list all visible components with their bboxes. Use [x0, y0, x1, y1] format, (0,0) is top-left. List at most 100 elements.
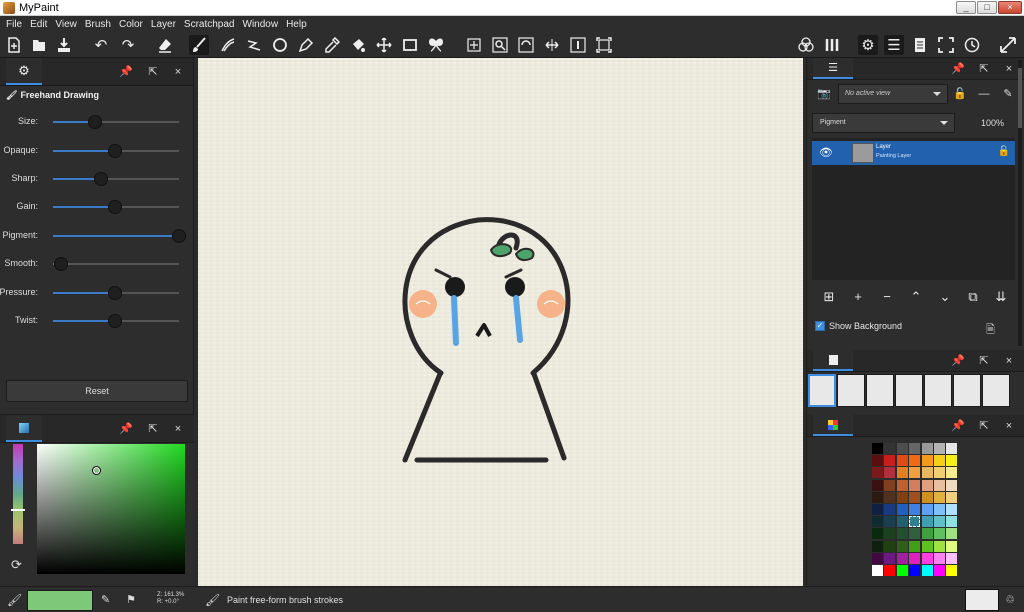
palette-swatch[interactable] [872, 443, 883, 454]
brush-thumb-hello[interactable] [808, 374, 836, 407]
palette-swatch[interactable] [921, 516, 933, 528]
palette-swatch[interactable] [934, 491, 945, 503]
palette-swatch[interactable] [921, 552, 933, 564]
palette-swatch[interactable] [884, 540, 896, 552]
palette-swatch[interactable] [909, 491, 921, 503]
palette-swatch[interactable] [946, 504, 958, 515]
layer-list[interactable]: 👁 Layer Painting Layer 🔓 [812, 138, 1015, 280]
palette-swatch[interactable] [946, 467, 958, 479]
freehand-brush-icon[interactable] [189, 35, 209, 55]
palette-swatch[interactable] [896, 455, 908, 467]
brush-thumb-charcoal[interactable] [982, 374, 1010, 407]
detach-icon[interactable]: ⇱ [146, 65, 160, 79]
gain-slider[interactable]: Gain: [0, 200, 190, 214]
palette-swatch[interactable] [909, 528, 921, 540]
opaque-slider[interactable]: Opaque: [0, 144, 190, 158]
frame-icon[interactable] [400, 35, 420, 55]
saturation-value-picker[interactable] [37, 444, 185, 574]
close-icon[interactable]: × [171, 65, 185, 79]
current-color-swatch[interactable] [27, 590, 93, 611]
gain-slider-knob[interactable] [107, 200, 122, 214]
menu-window[interactable]: Window [239, 19, 283, 30]
palette-swatch[interactable] [884, 443, 896, 454]
detach-icon[interactable]: ⇱ [146, 422, 160, 436]
brush-icon[interactable]: 🖌 [7, 593, 22, 607]
palette-swatch[interactable] [872, 552, 883, 564]
palette-swatch[interactable] [946, 479, 958, 491]
palette-swatch[interactable] [921, 455, 933, 467]
detach-icon[interactable]: ⇱ [977, 62, 991, 76]
notes-icon[interactable] [910, 35, 930, 55]
detach-icon[interactable]: ⇱ [977, 354, 991, 368]
tab-brush-settings[interactable]: ⚙ [6, 58, 42, 85]
palette-swatch[interactable] [896, 467, 908, 479]
palette-swatch[interactable] [934, 516, 945, 528]
palette-swatch[interactable] [872, 455, 883, 467]
pin-icon[interactable]: 📌 [119, 422, 133, 436]
show-background-checkbox[interactable]: ✓ Show Background [815, 321, 902, 331]
close-icon[interactable]: × [1002, 419, 1016, 433]
menu-view[interactable]: View [51, 19, 81, 30]
color-picker-icon[interactable] [322, 35, 342, 55]
sharp-slider[interactable]: Sharp: [0, 172, 190, 186]
brushes-icon[interactable] [822, 35, 842, 55]
pin-icon[interactable]: 📌 [951, 62, 965, 76]
reset-button[interactable]: Reset [6, 380, 188, 402]
menu-help[interactable]: Help [282, 19, 311, 30]
history-icon[interactable] [962, 35, 982, 55]
palette-swatch[interactable] [872, 491, 883, 503]
palette-swatch[interactable] [909, 467, 921, 479]
palette-swatch[interactable] [934, 443, 945, 454]
pigment-slider-knob[interactable] [172, 229, 186, 243]
move-icon[interactable] [464, 35, 484, 55]
minimize-button[interactable]: _ [956, 1, 976, 14]
close-icon[interactable]: × [171, 422, 185, 436]
move-layer-up-icon[interactable]: ⌃ [907, 288, 925, 306]
menu-file[interactable]: File [2, 19, 26, 30]
pressure-slider-knob[interactable] [107, 286, 122, 300]
palette-swatch[interactable] [884, 479, 896, 491]
palette-swatch[interactable] [872, 516, 883, 528]
palette-swatch[interactable] [884, 504, 896, 515]
pressure-slider[interactable]: Pressure: [0, 286, 190, 300]
palette-swatch[interactable] [921, 504, 933, 515]
menu-edit[interactable]: Edit [26, 19, 51, 30]
palette-swatch[interactable] [884, 455, 896, 467]
palette-swatch[interactable] [946, 552, 958, 564]
unlock-icon[interactable]: 🔓 [998, 146, 1010, 157]
close-icon[interactable]: × [1002, 62, 1016, 76]
palette-swatch[interactable] [909, 455, 921, 467]
scrollbar-thumb[interactable] [1018, 68, 1022, 128]
mirror-icon[interactable] [542, 35, 562, 55]
layers-scrollbar[interactable] [1018, 60, 1022, 346]
checkbox-checked-icon[interactable]: ✓ [815, 321, 825, 331]
palette-swatch[interactable] [872, 467, 883, 479]
palette-swatch[interactable] [909, 565, 921, 576]
palette-swatch[interactable] [946, 540, 958, 552]
pin-icon[interactable]: 📌 [951, 354, 965, 368]
palette-swatch[interactable] [934, 504, 945, 515]
palette-swatch[interactable] [921, 528, 933, 540]
camera-icon[interactable]: 📷 [816, 86, 832, 102]
pigment-slider[interactable]: Pigment: [0, 229, 190, 243]
close-button[interactable]: × [998, 1, 1022, 14]
tab-palette[interactable] [813, 415, 853, 436]
palette-swatch[interactable] [884, 552, 896, 564]
opaque-slider-knob[interactable] [107, 144, 122, 158]
open-document-icon[interactable] [29, 35, 49, 55]
palette-swatch[interactable] [884, 491, 896, 503]
palette-swatch[interactable] [934, 565, 945, 576]
palette-swatch[interactable] [921, 491, 933, 503]
fit-view-icon[interactable] [594, 35, 614, 55]
fullscreen-icon[interactable] [936, 35, 956, 55]
palette-swatch[interactable] [934, 455, 945, 467]
brush-thumb-pen[interactable] [866, 374, 894, 407]
palette-swatch[interactable] [934, 479, 945, 491]
remove-layer-icon[interactable]: − [878, 288, 896, 306]
twist-slider[interactable]: Twist: [0, 314, 190, 328]
size-slider-knob[interactable] [87, 115, 102, 129]
color-wheel-icon[interactable] [796, 35, 816, 55]
palette-swatch[interactable] [946, 443, 958, 454]
blend-mode-select[interactable]: Pigment [812, 113, 955, 133]
add-layer-icon[interactable]: + [849, 288, 867, 306]
